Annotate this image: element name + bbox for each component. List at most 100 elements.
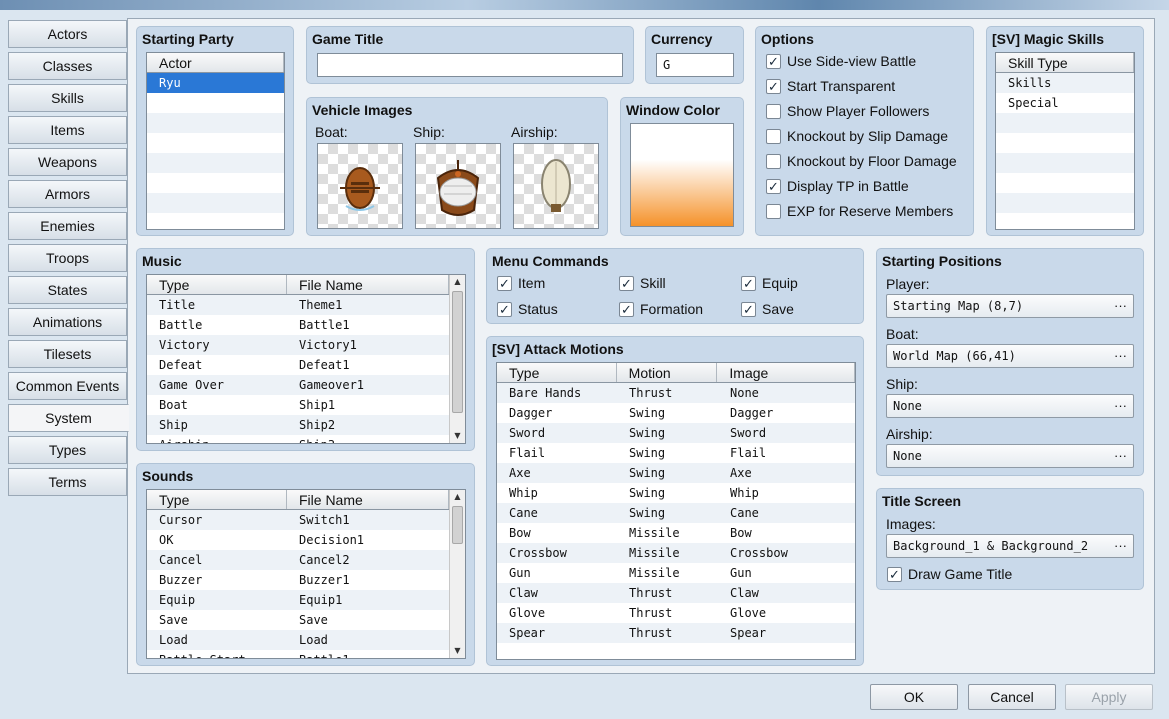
more-icon[interactable]: ··· bbox=[1114, 535, 1127, 557]
currency-input[interactable]: G bbox=[656, 53, 734, 77]
list-item[interactable] bbox=[147, 213, 284, 229]
checkbox-icon[interactable]: ✓ bbox=[766, 78, 781, 94]
music-list[interactable]: Type File Name Title Theme1 Battle Battle1 Vi… bbox=[146, 274, 466, 444]
list-item[interactable]: Sword Swing Sword bbox=[497, 423, 855, 443]
scroll-up-icon[interactable]: ▲ bbox=[450, 275, 465, 289]
tab-common-events[interactable]: Common Events bbox=[8, 372, 127, 400]
tab-enemies[interactable]: Enemies bbox=[8, 212, 127, 240]
menu-command-equip-checkbox[interactable]: ✓ Equip bbox=[741, 275, 798, 291]
menu-command-skill-checkbox[interactable]: ✓ Skill bbox=[619, 275, 666, 291]
checkbox-icon[interactable] bbox=[766, 103, 781, 119]
menu-command-save-checkbox[interactable]: ✓ Save bbox=[741, 301, 794, 317]
scroll-down-icon[interactable]: ▼ bbox=[450, 429, 465, 443]
list-item[interactable]: Boat Ship1 bbox=[147, 395, 465, 415]
option-start-transparent-checkbox[interactable]: ✓ Start Transparent bbox=[766, 78, 895, 94]
column-header-actor[interactable]: Actor bbox=[147, 53, 284, 72]
list-item[interactable]: Equip Equip1 bbox=[147, 590, 465, 610]
list-item[interactable]: Game Over Gameover1 bbox=[147, 375, 465, 395]
option-show-player-followers-checkbox[interactable]: Show Player Followers bbox=[766, 103, 929, 119]
list-item[interactable]: Save Save bbox=[147, 610, 465, 630]
attack-motions-list[interactable]: Type Motion Image Bare Hands Thrust None Dagg… bbox=[496, 362, 856, 660]
scroll-thumb[interactable] bbox=[452, 506, 463, 544]
ship-position-picker[interactable]: None ··· bbox=[886, 394, 1134, 418]
more-icon[interactable]: ··· bbox=[1114, 295, 1127, 317]
list-item[interactable]: Ryu bbox=[147, 73, 284, 93]
ok-button[interactable]: OK bbox=[870, 684, 958, 710]
checkbox-icon[interactable] bbox=[766, 203, 781, 219]
menu-command-item-checkbox[interactable]: ✓ Item bbox=[497, 275, 545, 291]
tab-types[interactable]: Types bbox=[8, 436, 127, 464]
more-icon[interactable]: ··· bbox=[1114, 445, 1127, 467]
list-item[interactable]: Skills bbox=[996, 73, 1134, 93]
list-item[interactable] bbox=[147, 93, 284, 113]
option-exp-for-reserve-members-checkbox[interactable]: EXP for Reserve Members bbox=[766, 203, 953, 219]
list-item[interactable] bbox=[996, 133, 1134, 153]
column-header-file-name[interactable]: File Name bbox=[287, 490, 449, 509]
option-use-side-view-battle-checkbox[interactable]: ✓ Use Side-view Battle bbox=[766, 53, 916, 69]
list-item[interactable]: Whip Swing Whip bbox=[497, 483, 855, 503]
airship-image[interactable] bbox=[513, 143, 599, 229]
apply-button[interactable]: Apply bbox=[1065, 684, 1153, 710]
menu-command-formation-checkbox[interactable]: ✓ Formation bbox=[619, 301, 703, 317]
tab-skills[interactable]: Skills bbox=[8, 84, 127, 112]
sounds-scrollbar[interactable]: ▲ ▼ bbox=[449, 490, 465, 658]
game-title-input[interactable] bbox=[317, 53, 623, 77]
list-item[interactable]: Bare Hands Thrust None bbox=[497, 383, 855, 403]
checkbox-icon[interactable] bbox=[766, 153, 781, 169]
column-header-image[interactable]: Image bbox=[717, 363, 855, 382]
tab-actors[interactable]: Actors bbox=[8, 20, 127, 48]
boat-image[interactable] bbox=[317, 143, 403, 229]
column-header-file-name[interactable]: File Name bbox=[287, 275, 449, 294]
list-item[interactable] bbox=[147, 173, 284, 193]
list-item[interactable] bbox=[147, 193, 284, 213]
checkbox-icon[interactable]: ✓ bbox=[741, 275, 756, 291]
checkbox-icon[interactable]: ✓ bbox=[887, 566, 902, 582]
list-item[interactable]: Cane Swing Cane bbox=[497, 503, 855, 523]
tab-items[interactable]: Items bbox=[8, 116, 127, 144]
sounds-list[interactable]: Type File Name Cursor Switch1 OK Decision1 Ca… bbox=[146, 489, 466, 659]
list-item[interactable]: Cursor Switch1 bbox=[147, 510, 465, 530]
option-display-tp-in-battle-checkbox[interactable]: ✓ Display TP in Battle bbox=[766, 178, 909, 194]
checkbox-icon[interactable]: ✓ bbox=[619, 275, 634, 291]
list-item[interactable]: Gun Missile Gun bbox=[497, 563, 855, 583]
checkbox-icon[interactable]: ✓ bbox=[741, 301, 756, 317]
column-header-type[interactable]: Type bbox=[497, 363, 617, 382]
tab-weapons[interactable]: Weapons bbox=[8, 148, 127, 176]
option-knockout-by-slip-damage-checkbox[interactable]: Knockout by Slip Damage bbox=[766, 128, 948, 144]
ship-image[interactable] bbox=[415, 143, 501, 229]
draw-game-title-checkbox[interactable]: ✓ Draw Game Title bbox=[887, 566, 1012, 582]
list-item[interactable]: Bow Missile Bow bbox=[497, 523, 855, 543]
list-item[interactable]: Battle Battle1 bbox=[147, 315, 465, 335]
list-item[interactable] bbox=[147, 113, 284, 133]
more-icon[interactable]: ··· bbox=[1114, 395, 1127, 417]
tab-tilesets[interactable]: Tilesets bbox=[8, 340, 127, 368]
list-item[interactable]: Axe Swing Axe bbox=[497, 463, 855, 483]
cancel-button[interactable]: Cancel bbox=[968, 684, 1056, 710]
magic-skills-list[interactable]: Skill Type Skills Special bbox=[995, 52, 1135, 230]
list-item[interactable]: OK Decision1 bbox=[147, 530, 465, 550]
list-item[interactable]: Defeat Defeat1 bbox=[147, 355, 465, 375]
scroll-up-icon[interactable]: ▲ bbox=[450, 490, 465, 504]
tab-states[interactable]: States bbox=[8, 276, 127, 304]
checkbox-icon[interactable]: ✓ bbox=[766, 178, 781, 194]
list-item[interactable] bbox=[996, 113, 1134, 133]
scroll-down-icon[interactable]: ▼ bbox=[450, 644, 465, 658]
airship-position-picker[interactable]: None ··· bbox=[886, 444, 1134, 468]
list-item[interactable] bbox=[996, 193, 1134, 213]
checkbox-icon[interactable]: ✓ bbox=[497, 301, 512, 317]
column-header-skill-type[interactable]: Skill Type bbox=[996, 53, 1134, 72]
list-item[interactable] bbox=[996, 173, 1134, 193]
tab-armors[interactable]: Armors bbox=[8, 180, 127, 208]
list-item[interactable]: Claw Thrust Claw bbox=[497, 583, 855, 603]
music-scrollbar[interactable]: ▲ ▼ bbox=[449, 275, 465, 443]
list-item[interactable]: Glove Thrust Glove bbox=[497, 603, 855, 623]
title-images-picker[interactable]: Background_1 & Background_2 ··· bbox=[886, 534, 1134, 558]
option-knockout-by-floor-damage-checkbox[interactable]: Knockout by Floor Damage bbox=[766, 153, 957, 169]
column-header-type[interactable]: Type bbox=[147, 490, 287, 509]
checkbox-icon[interactable]: ✓ bbox=[766, 53, 781, 69]
list-item[interactable] bbox=[147, 133, 284, 153]
list-item[interactable]: Special bbox=[996, 93, 1134, 113]
boat-position-picker[interactable]: World Map (66,41) ··· bbox=[886, 344, 1134, 368]
list-item[interactable] bbox=[996, 153, 1134, 173]
list-item[interactable]: Dagger Swing Dagger bbox=[497, 403, 855, 423]
